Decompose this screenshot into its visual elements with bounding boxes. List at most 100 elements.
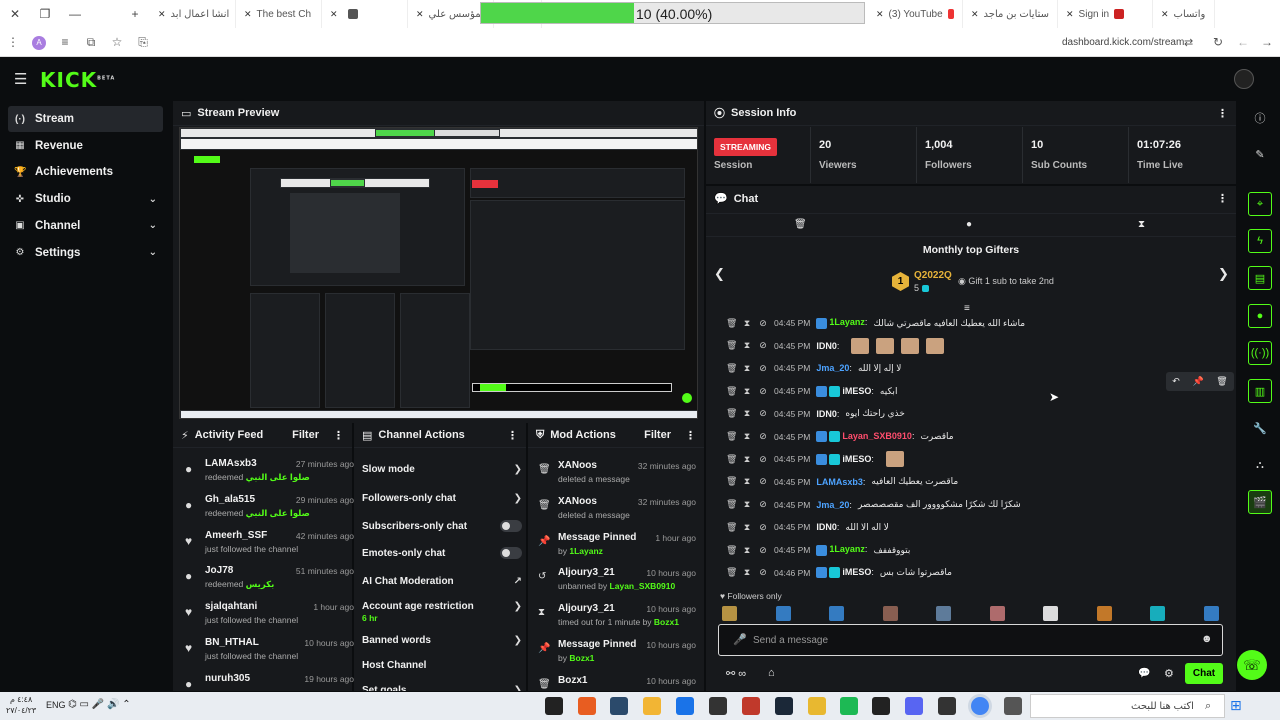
chat-gear-icon[interactable]: ⚙ [1164, 667, 1174, 680]
chat-message[interactable]: 🗑 ⧗ ⊘ 04:45 PM iMESO: [726, 449, 905, 469]
tab-close-icon[interactable]: ✕ [1066, 9, 1074, 20]
sidebar-item-stream[interactable]: (·) Stream [8, 106, 163, 132]
browser-tab[interactable]: ✕ (3) YouTube [868, 0, 963, 28]
sidebar-item-settings[interactable]: ⚙ Settings ⌄ [8, 240, 163, 266]
avatar[interactable] [1234, 69, 1254, 89]
chevron-down-icon[interactable]: ⌄ [149, 220, 157, 231]
emote-icon[interactable] [936, 606, 951, 621]
ban-icon[interactable]: ⊘ [758, 408, 768, 419]
mod-action-title[interactable]: XANoos [558, 460, 597, 471]
activity-user[interactable]: JoJ78 [205, 565, 233, 576]
app-icon[interactable] [709, 697, 727, 715]
hourglass-icon[interactable]: ⧗ [1138, 219, 1145, 230]
tab-close-icon[interactable]: ✕ [876, 9, 884, 20]
reload-icon[interactable]: ↻ [1213, 35, 1223, 49]
browser-tab[interactable]: ✕ [322, 0, 408, 28]
external-link-icon[interactable]: ↗ [514, 576, 522, 587]
tab-close-icon[interactable]: ✕ [971, 9, 979, 20]
settings-app-icon[interactable] [545, 697, 563, 715]
ban-icon[interactable]: ⊘ [758, 363, 768, 374]
stream-preview-video[interactable] [179, 127, 698, 419]
activity-item[interactable]: ● Gh_ala515 redeemed صلوا على النبي 29 minu… [183, 492, 354, 526]
app-icon[interactable] [610, 697, 628, 715]
message-author[interactable]: Jma_20: [816, 363, 852, 373]
mod-action-title[interactable]: XANoos [558, 496, 597, 507]
activity-item[interactable]: ♥ sjalqahtani just followed the channel 1 … [183, 599, 354, 633]
chat-message[interactable]: 🗑 ⧗ ⊘ 04:45 PM Jma_20: شكرًا لك شكرًا مشكوووو… [726, 495, 1021, 515]
chevron-down-icon[interactable]: ⌄ [149, 247, 157, 258]
channel-action-emotes-only-chat[interactable]: Emotes-only chat [362, 547, 522, 559]
language-indicator[interactable]: ENG [46, 700, 66, 710]
mod-action-title[interactable]: Message Pinned [558, 532, 636, 543]
activity-item[interactable]: ● JoJ78 redeemed بكريس 51 minutes ago [183, 563, 354, 597]
message-author[interactable]: Jma_20: [816, 500, 852, 510]
chevron-right-icon[interactable]: ❯ [514, 464, 522, 475]
ban-icon[interactable]: ⊘ [758, 431, 768, 442]
browser-tab[interactable]: ✕ واتساب [1153, 0, 1215, 28]
clapper-icon[interactable]: 🎬 [1248, 490, 1272, 514]
emote-icon[interactable] [1096, 606, 1112, 621]
chat-view-icon[interactable]: ● [966, 219, 972, 230]
store-icon[interactable]: ⌂ [768, 667, 775, 679]
profile-icon[interactable]: A [26, 34, 52, 50]
mod-action-item[interactable]: 📌 Message Pinned by 1Layanz 1 hour ago [536, 530, 701, 564]
chat-message[interactable]: 🗑 ⧗ ⊘ 04:46 PM iMESO: ماقصرتوا شات بس [726, 563, 952, 583]
mod-action-actor[interactable]: Layan_SXB0910 [610, 581, 676, 591]
emote-icon[interactable] [829, 606, 844, 621]
activity-user[interactable]: nuruh305 [205, 673, 250, 684]
channel-action-slow-mode[interactable]: Slow mode ❯ [362, 464, 522, 475]
browser-tab[interactable]: ✕ انشا اعمال ابد [150, 0, 236, 28]
epic-icon[interactable] [938, 697, 956, 715]
timeout-icon[interactable]: ⧗ [742, 363, 752, 374]
minimize-window-icon[interactable]: — [60, 7, 90, 21]
channel-action-host-channel[interactable]: Host Channel [362, 660, 522, 671]
tab-close-icon[interactable]: ✕ [244, 9, 252, 20]
ban-icon[interactable]: ⊘ [758, 386, 768, 397]
sidebar-item-revenue[interactable]: ▦ Revenue [8, 133, 163, 159]
app-icon[interactable] [643, 697, 661, 715]
mod-action-item[interactable]: ⧗ Aljoury3_21 timed out for 1 minute by Bo… [536, 601, 701, 635]
chat-message[interactable]: 🗑 ⧗ ⊘ 04:45 PM IDN0: [726, 336, 945, 356]
mod-action-actor[interactable]: Bozx1 [654, 617, 679, 627]
message-author[interactable]: 1Layanz: [816, 544, 867, 556]
message-icon[interactable]: ● [1248, 304, 1272, 328]
extensions-icon[interactable]: ⧉ [78, 35, 104, 50]
network-icon[interactable]: ⌬ ▭ 🎤 🔊 ⌃ [68, 699, 131, 710]
mic-icon[interactable]: 🎤 [733, 633, 747, 646]
channel-action-subscribers-only-chat[interactable]: Subscribers-only chat [362, 520, 522, 532]
site-settings-icon[interactable]: ⇄ [1184, 36, 1193, 49]
ban-icon[interactable]: ⊘ [758, 567, 768, 578]
message-author[interactable]: iMESO: [816, 567, 874, 579]
mod-action-title[interactable]: Bozx1 [558, 675, 587, 686]
gifters-prev-icon[interactable]: ❮ [714, 266, 725, 282]
bookmark-star-icon[interactable]: ☆ [104, 35, 130, 49]
tab-close-icon[interactable]: ✕ [416, 9, 424, 20]
mod-action-item[interactable]: 🗑 XANoos deleted a message 32 minutes ago [536, 458, 701, 492]
chat-settings-bubble-icon[interactable]: 💬 [1138, 668, 1150, 679]
mod-menu-icon[interactable]: ⋮ [685, 429, 696, 442]
channel-action-account-age-restriction[interactable]: Account age restriction 6 hr ❯ [362, 601, 522, 623]
chrome-icon[interactable] [971, 697, 989, 715]
timeout-icon[interactable]: ⧗ [742, 454, 752, 465]
mod-action-actor[interactable]: Bozx1 [569, 653, 594, 663]
activity-user[interactable]: BN_HTHAL [205, 637, 259, 648]
activity-item[interactable]: ♥ BN_HTHAL just followed the channel 10 ho… [183, 635, 354, 669]
delete-message-icon[interactable]: 🗑 [726, 499, 737, 510]
session-menu-icon[interactable]: ⋮ [1217, 107, 1228, 120]
timeout-icon[interactable]: ⧗ [742, 499, 752, 510]
delete-message-icon[interactable]: 🗑 [726, 318, 737, 329]
wrench-icon[interactable]: 🔧 [1248, 416, 1272, 440]
steam-icon[interactable] [775, 697, 793, 715]
document-icon[interactable]: ▤ [1248, 266, 1272, 290]
emote-icon[interactable] [1043, 606, 1058, 621]
kick-logo[interactable]: KICKBETA [40, 68, 115, 92]
browser-tab[interactable]: ✕ The best Ch [236, 0, 322, 28]
timeout-icon[interactable]: ⧗ [742, 431, 752, 442]
spotify-icon[interactable] [840, 697, 858, 715]
broadcast-icon[interactable]: ((·)) [1248, 341, 1272, 365]
sidebar-item-studio[interactable]: ✜ Studio ⌄ [8, 186, 163, 212]
tab-close-icon[interactable]: ✕ [330, 9, 338, 20]
share-nodes-icon[interactable]: ⛬ [1248, 453, 1272, 477]
chat-message[interactable]: 🗑 ⧗ ⊘ 04:45 PM 1Layanz: ماشاء الله يعطيك العا… [726, 313, 1025, 333]
emote-icon[interactable] [1150, 606, 1165, 621]
